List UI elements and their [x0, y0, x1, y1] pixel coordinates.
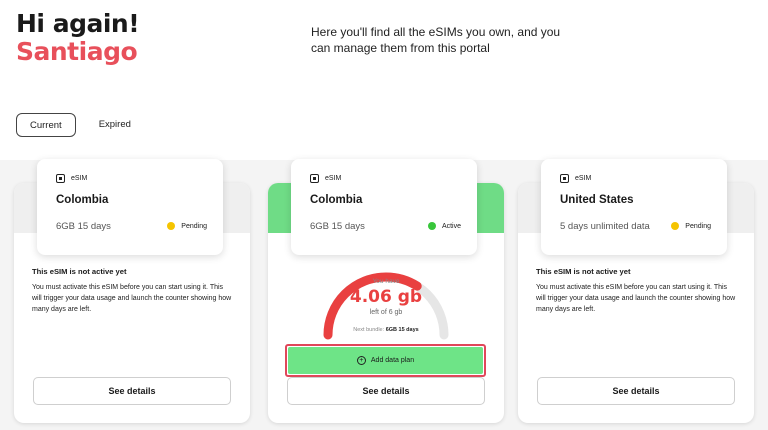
status-label: Pending — [181, 222, 207, 230]
see-details-button[interactable]: See details — [537, 377, 735, 405]
inactive-notice: This eSIM is not active yet You must act… — [32, 267, 232, 315]
add-data-plan-button[interactable]: + Add data plan — [288, 347, 483, 374]
esim-info-panel: eSIM Colombia 6GB 15 days Pending — [37, 159, 223, 255]
sim-chip-icon — [56, 174, 65, 183]
intro-text: Here you'll find all the eSIMs you own, … — [311, 25, 561, 55]
plan-name: 5 days unlimited data — [560, 221, 650, 232]
plan-name: 6GB 15 days — [56, 221, 111, 232]
user-name: Santiago — [16, 37, 138, 66]
status-label: Pending — [685, 222, 711, 230]
next-bundle: Next bundle: 6GB 15 days — [268, 327, 504, 333]
remaining-data: 4.06 gb — [349, 287, 423, 307]
esim-card-colombia-pending: eSIM Colombia 6GB 15 days Pending This e… — [14, 159, 250, 423]
greeting: Hi again! Santiago — [16, 9, 140, 66]
see-details-button[interactable]: See details — [287, 377, 485, 405]
plus-circle-icon: + — [356, 356, 366, 365]
country-name: Colombia — [310, 194, 363, 206]
gauge-readout: You have 4.06 gb left of 6 gb — [268, 278, 504, 316]
esim-card-united-states-pending: eSIM United States 5 days unlimited data… — [518, 159, 754, 423]
esim-info-panel: eSIM Colombia 6GB 15 days Active — [291, 159, 477, 255]
sim-chip-icon — [310, 174, 319, 183]
esim-type: eSIM — [56, 174, 87, 183]
status-label: Active — [441, 222, 461, 230]
status-badge: Pending — [167, 222, 207, 230]
status-dot-icon — [167, 222, 176, 230]
plan-name: 6GB 15 days — [310, 221, 365, 232]
status-badge: Pending — [671, 222, 711, 230]
add-data-plan-highlight: + Add data plan — [285, 344, 486, 377]
esim-tabs: Current Expired — [16, 113, 144, 137]
you-have-label: You have — [372, 278, 400, 285]
notice-title: This eSIM is not active yet — [32, 267, 127, 276]
esim-type-label: eSIM — [71, 175, 88, 182]
country-name: United States — [560, 194, 634, 206]
notice-body: You must activate this eSIM before you c… — [32, 284, 232, 313]
add-data-plan-label: Add data plan — [370, 357, 415, 364]
status-dot-icon — [671, 222, 680, 230]
status-badge: Active — [427, 222, 461, 230]
next-bundle-label: Next bundle: — [353, 327, 385, 333]
sim-chip-icon — [560, 174, 569, 183]
greeting-text: Hi again! — [16, 9, 140, 38]
data-total: left of 6 gb — [369, 309, 403, 316]
notice-body: You must activate this eSIM before you c… — [536, 284, 736, 313]
see-details-button[interactable]: See details — [33, 377, 231, 405]
notice-title: This eSIM is not active yet — [536, 267, 631, 276]
esim-info-panel: eSIM United States 5 days unlimited data… — [541, 159, 727, 255]
esim-card-colombia-active: eSIM Colombia 6GB 15 days Active You hav… — [268, 159, 504, 423]
header-area: Hi again! Santiago Here you'll find all … — [0, 0, 768, 160]
esim-type: eSIM — [310, 174, 341, 183]
esim-type-label: eSIM — [325, 175, 342, 182]
country-name: Colombia — [56, 194, 109, 206]
next-bundle-value: 6GB 15 days — [385, 327, 419, 333]
status-dot-icon — [427, 222, 436, 230]
esim-type-label: eSIM — [575, 175, 592, 182]
tab-expired[interactable]: Expired — [86, 113, 144, 137]
inactive-notice: This eSIM is not active yet You must act… — [536, 267, 736, 315]
esim-type: eSIM — [560, 174, 591, 183]
tab-current[interactable]: Current — [16, 113, 76, 137]
